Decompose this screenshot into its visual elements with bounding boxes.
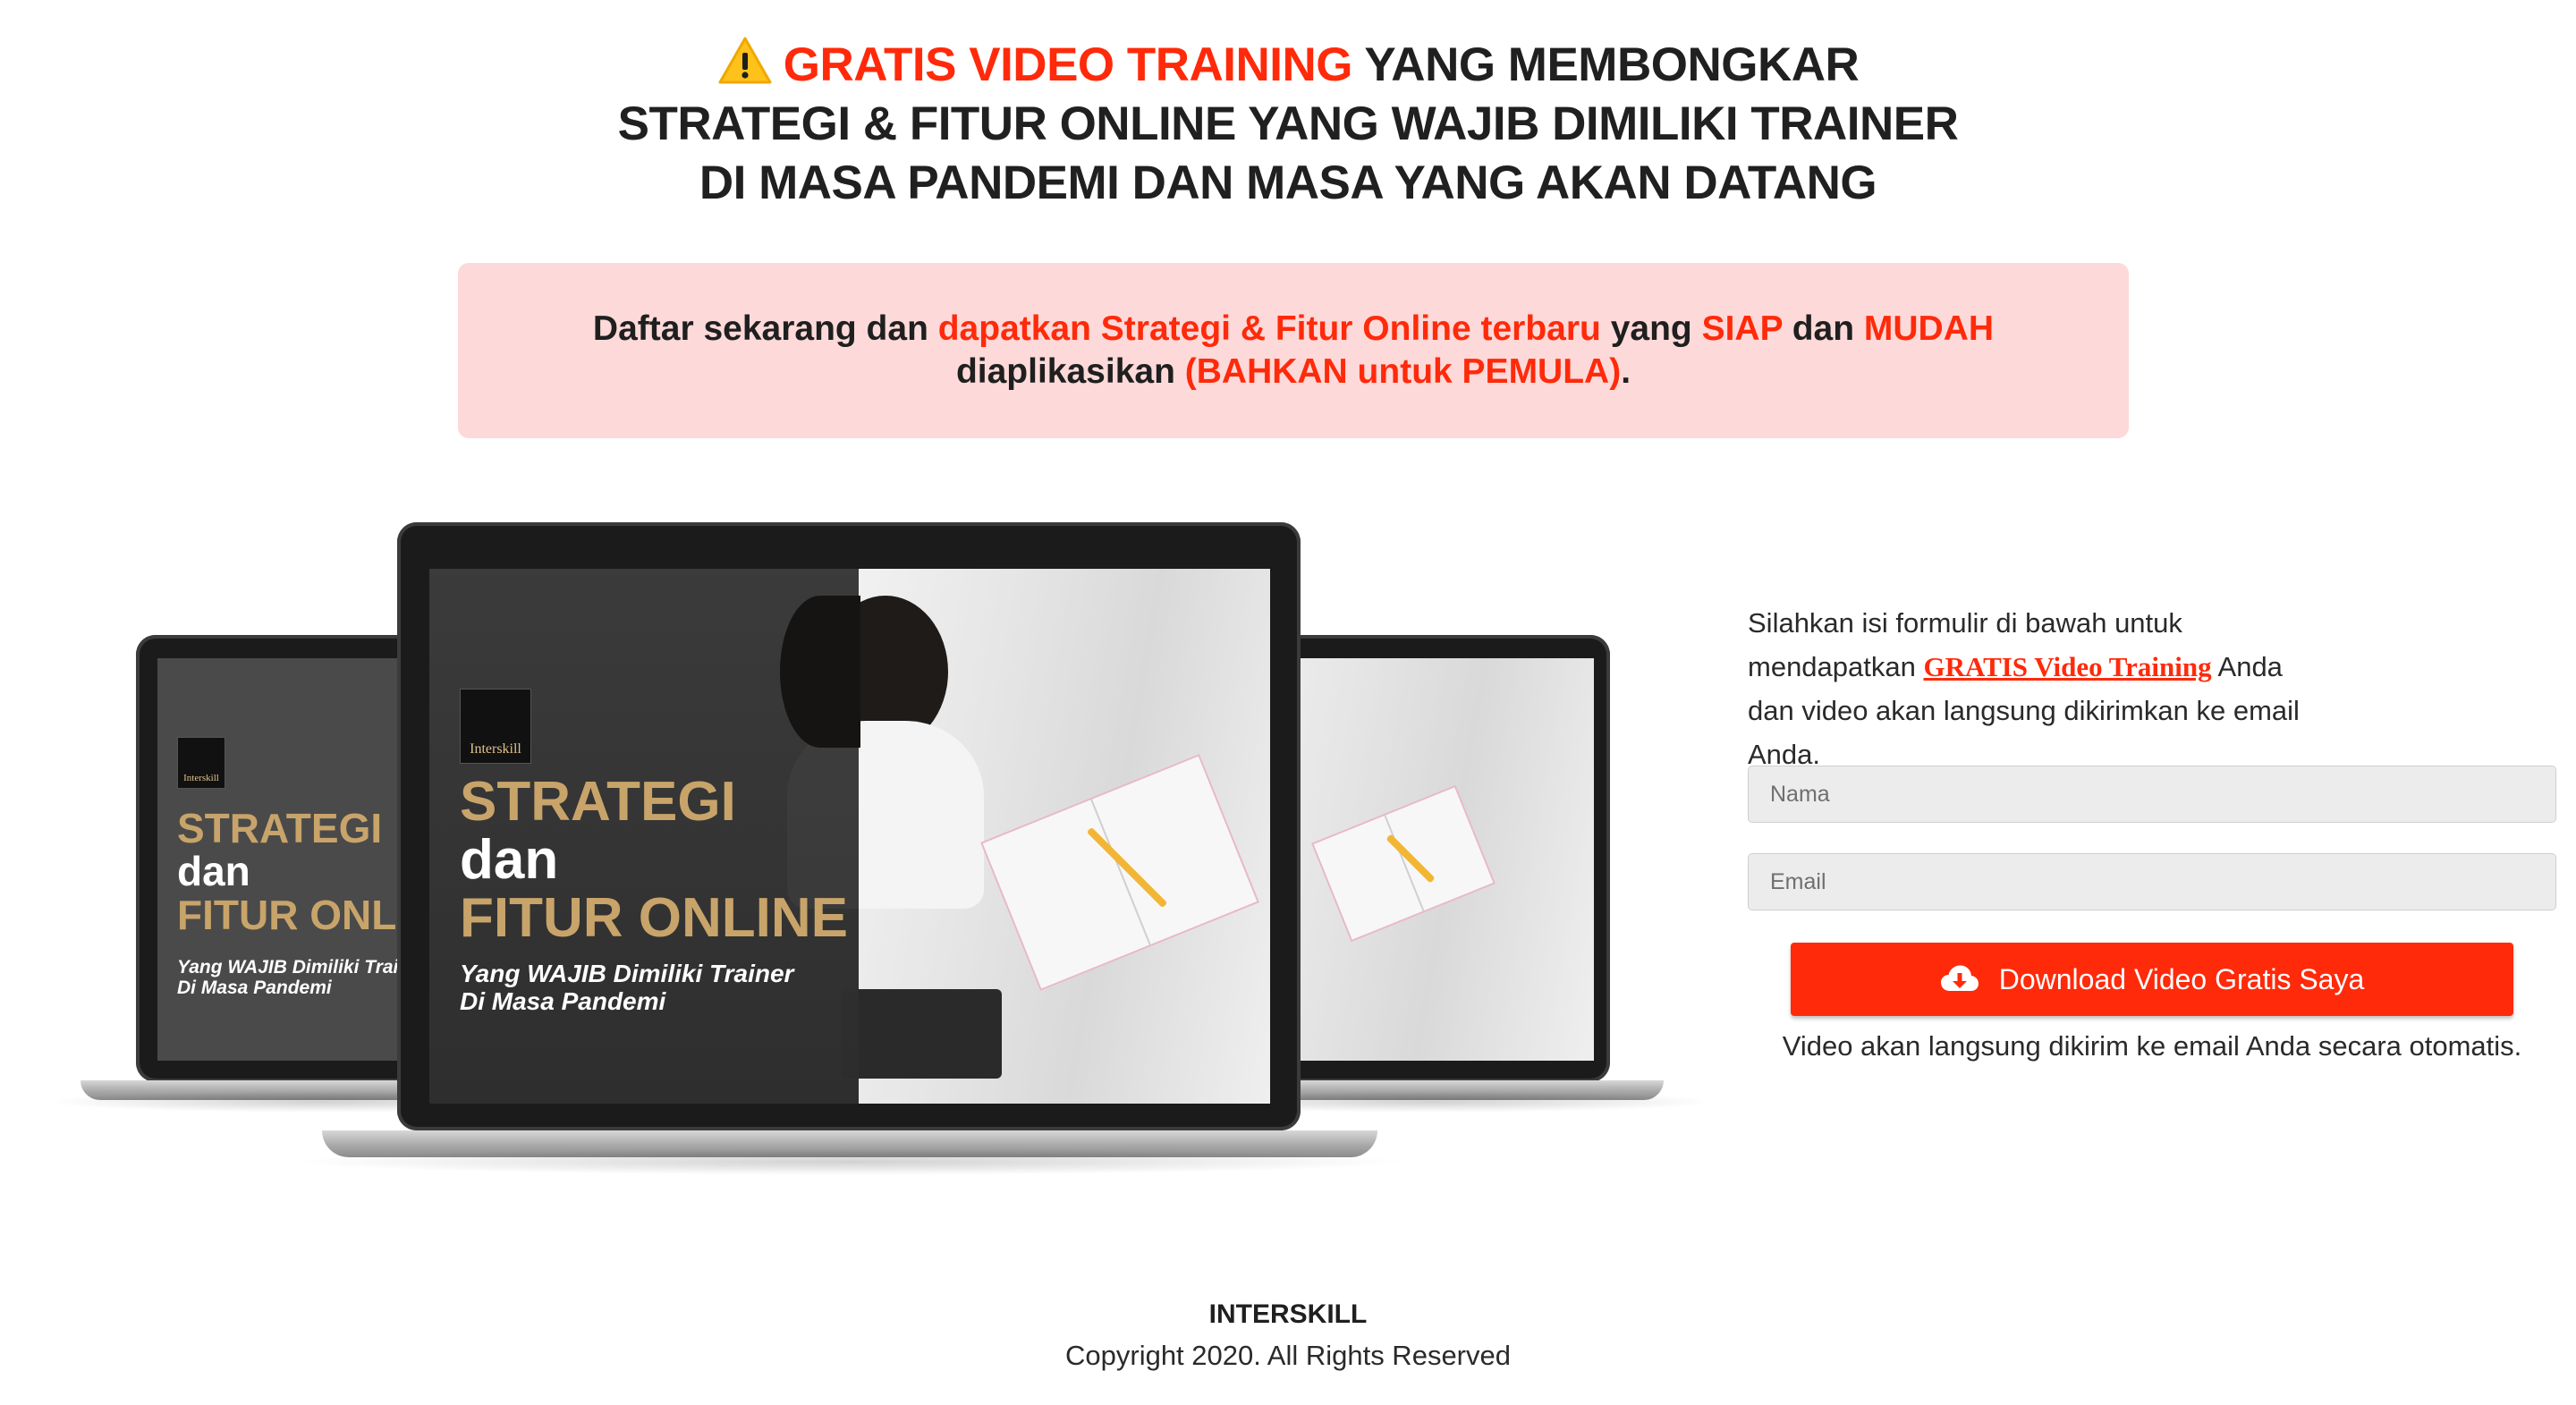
banner-text-1: Daftar sekarang dan bbox=[592, 309, 938, 348]
banner-highlight-2: SIAP bbox=[1701, 309, 1783, 348]
banner-text-3: dan bbox=[1782, 309, 1864, 348]
email-input[interactable] bbox=[1748, 853, 2556, 910]
logo-icon: Interskill bbox=[460, 689, 531, 764]
name-input[interactable] bbox=[1748, 766, 2556, 823]
laptop-center-title-2: dan bbox=[460, 829, 559, 892]
warning-icon bbox=[718, 37, 772, 84]
laptop-center-subtitle-1: Yang WAJIB Dimiliki Trainer bbox=[460, 960, 794, 987]
headline-highlight: GRATIS VIDEO TRAINING bbox=[783, 38, 1353, 91]
page-headline: GRATIS VIDEO TRAINING YANG MEMBONGKAR ST… bbox=[0, 36, 2576, 213]
laptop-left-subtitle-2: Di Masa Pandemi bbox=[177, 978, 332, 999]
download-video-button[interactable]: Download Video Gratis Saya bbox=[1791, 943, 2513, 1016]
laptop-left-subtitle-1: Yang WAJIB Dimiliki Trair bbox=[177, 957, 406, 978]
headline-line-3: DI MASA PANDEMI DAN MASA YANG AKAN DATAN… bbox=[699, 157, 1877, 209]
download-button-label: Download Video Gratis Saya bbox=[1998, 962, 2365, 995]
banner-text-4: diaplikasikan bbox=[955, 352, 1185, 391]
laptop-left-logo-text: Interskill bbox=[183, 773, 219, 783]
headline-line-1-text: YANG MEMBONGKAR bbox=[1352, 38, 1860, 91]
banner-text-5: . bbox=[1621, 352, 1631, 391]
laptop-left-title-3: FITUR ONLI bbox=[177, 891, 409, 938]
laptop-left-title-2: dan bbox=[177, 848, 250, 895]
footer-brand: INTERSKILL bbox=[1208, 1299, 1368, 1329]
banner-highlight-4: (BAHKAN untuk PEMULA) bbox=[1184, 352, 1622, 391]
banner-highlight-3: MUDAH bbox=[1863, 309, 1995, 348]
laptop-center-subtitle-2: Di Masa Pandemi bbox=[460, 986, 666, 1015]
laptop-center-title-3: FITUR ONLINE bbox=[460, 887, 848, 950]
headline-line-2: STRATEGI & FITUR ONLINE YANG WAJIB DIMIL… bbox=[617, 97, 1959, 150]
cloud-download-icon bbox=[1940, 965, 1979, 991]
product-mockup-image: Interskill STRATEGI dan FITUR ONLI Yang … bbox=[36, 519, 1717, 1198]
promo-banner: Daftar sekarang dan dapatkan Strategi & … bbox=[458, 263, 2129, 438]
footer: INTERSKILL Copyright 2020. All Rights Re… bbox=[0, 1295, 2576, 1377]
banner-text-2: yang bbox=[1600, 309, 1702, 348]
headline-line-1: GRATIS VIDEO TRAINING YANG MEMBONGKAR bbox=[0, 36, 2576, 95]
footer-copyright: Copyright 2020. All Rights Reserved bbox=[1065, 1340, 1511, 1371]
laptop-left-title-1: STRATEGI bbox=[177, 805, 383, 851]
banner-highlight-1: dapatkan Strategi & Fitur Online terbaru bbox=[937, 309, 1601, 348]
laptop-center-logo-text: Interskill bbox=[470, 741, 521, 757]
logo-icon: Interskill bbox=[177, 737, 225, 789]
promo-banner-text: Daftar sekarang dan dapatkan Strategi & … bbox=[533, 308, 2054, 394]
gratis-video-training-link[interactable]: GRATIS Video Training bbox=[1923, 651, 2211, 682]
form-intro: Silahkan isi formulir di bawah untuk men… bbox=[1748, 601, 2320, 776]
laptop-center-title-1: STRATEGI bbox=[460, 771, 736, 833]
form-note: Video akan langsung dikirim ke email And… bbox=[1782, 1030, 2522, 1062]
